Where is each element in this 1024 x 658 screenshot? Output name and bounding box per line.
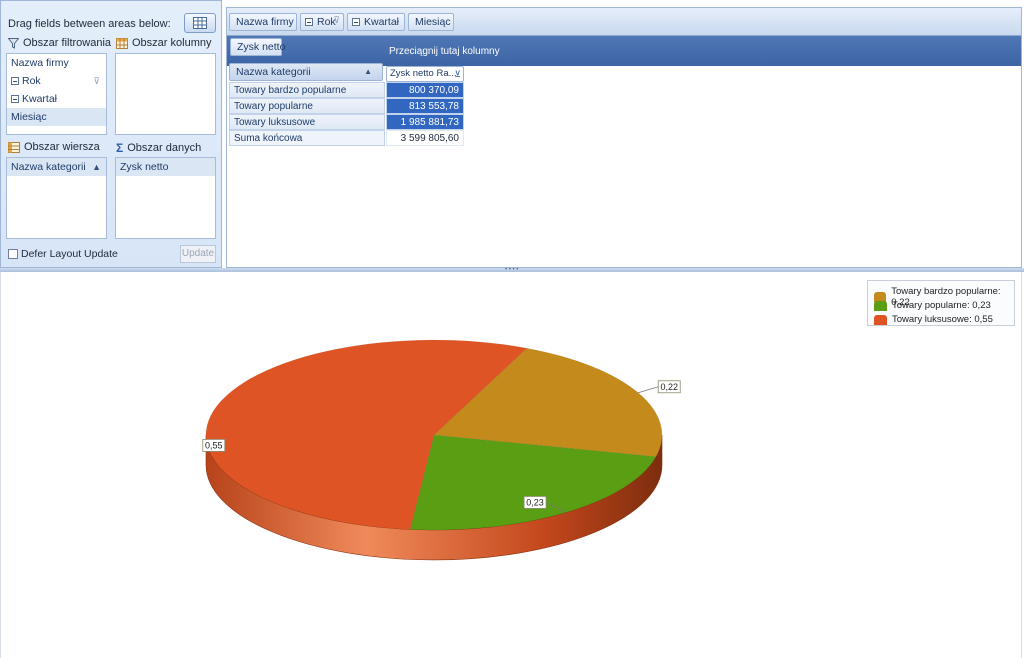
defer-layout-checkbox[interactable]	[8, 249, 18, 259]
legend-label: Towary luksusowe: 0,55	[892, 314, 993, 325]
defer-layout-label: Defer Layout Update	[21, 248, 118, 260]
field-label: Kwartał	[364, 16, 400, 28]
row-field-nazwa-kategorii[interactable]: Nazwa kategorii ▲	[7, 158, 106, 176]
field-list-caption: Drag fields between areas below:	[8, 18, 171, 30]
data-header-band: Zysk netto	[227, 36, 1021, 66]
pivot-grid: Nazwa firmy Rok ⊽ Kwartał Miesiąc Zysk n…	[226, 7, 1022, 268]
collapse-icon[interactable]	[11, 77, 19, 85]
field-label: Miesiąc	[11, 111, 47, 123]
column-area-title: Obszar kolumny	[132, 37, 212, 49]
column-area-box[interactable]	[115, 53, 216, 135]
column-grid-icon	[116, 37, 128, 49]
row-label[interactable]: Towary luksusowe	[229, 114, 385, 130]
sort-ascending-icon[interactable]: ▲	[92, 158, 101, 176]
chart-legend: Towary bardzo popularne: 0,22 Towary pop…	[867, 280, 1015, 326]
row-label[interactable]: Towary bardzo popularne	[229, 82, 385, 98]
filter-field-kwartal[interactable]: Kwartał	[7, 90, 106, 108]
grand-total-label[interactable]: Suma końcowa	[229, 130, 385, 146]
legend-swatch-icon	[874, 300, 887, 311]
filter-header-area: Nazwa firmy Rok ⊽ Kwartał Miesiąc	[227, 8, 1021, 36]
filter-header-nazwa-firmy[interactable]: Nazwa firmy	[229, 13, 297, 31]
column-area-header: Obszar kolumny	[116, 37, 211, 49]
value-column-header[interactable]: Zysk netto Ra... ⊻	[386, 66, 464, 82]
data-header-zysk-netto[interactable]: Zysk netto	[230, 38, 285, 56]
row-area-header: Obszar wiersza	[8, 141, 100, 153]
filter-header-rok[interactable]: Rok ⊽	[300, 13, 344, 31]
filter-funnel-icon	[8, 37, 19, 49]
data-area-header: Σ Obszar danych	[116, 141, 201, 155]
column-drop-hint: Przeciągnij tutaj kolumny	[389, 46, 500, 57]
chart-area: 0,22 0,23 0,55 Towary bardzo popularne: 0,…	[0, 272, 1022, 658]
filter-field-rok[interactable]: Rok ⊽	[7, 72, 106, 90]
field-label: Nazwa firmy	[11, 57, 69, 69]
legend-item: Towary luksusowe: 0,55	[874, 314, 993, 325]
filter-area-box[interactable]: Nazwa firmy Rok ⊽ Kwartał Miesiąc	[6, 53, 107, 135]
filter-field-nazwa-firmy[interactable]: Nazwa firmy	[7, 54, 106, 72]
data-label: 0,22	[660, 382, 678, 392]
filter-applied-icon[interactable]: ⊽	[93, 72, 100, 90]
filter-field-miesiac[interactable]: Miesiąc	[7, 108, 106, 126]
grand-total-value[interactable]: 3 599 805,60	[386, 130, 464, 146]
field-label: Zysk netto	[120, 161, 169, 173]
field-label: Nazwa kategorii	[11, 161, 86, 173]
legend-label: Towary popularne: 0,23	[892, 300, 991, 311]
collapse-icon[interactable]	[352, 18, 360, 26]
field-label: Rok	[22, 75, 41, 87]
filter-area-header: Obszar filtrowania	[8, 37, 111, 49]
value-cell[interactable]: 800 370,09	[386, 82, 464, 98]
data-area-box[interactable]: Zysk netto	[115, 157, 216, 239]
row-area-box[interactable]: Nazwa kategorii ▲	[6, 157, 107, 239]
filter-icon[interactable]: ⊻	[454, 67, 461, 81]
data-label-leader	[638, 386, 659, 394]
layout-options-button[interactable]	[184, 13, 216, 33]
collapse-icon[interactable]	[11, 95, 19, 103]
filter-applied-icon[interactable]: ⊽	[333, 12, 340, 28]
filter-header-kwartal[interactable]: Kwartał	[347, 13, 405, 31]
sort-ascending-icon[interactable]: ▲	[364, 64, 372, 80]
value-header-label: Zysk netto Ra...	[390, 68, 457, 79]
row-header-nazwa-kategorii[interactable]: Nazwa kategorii ▲	[229, 63, 383, 81]
pivot-field-list-panel: Drag fields between areas below: Obszar …	[0, 0, 222, 268]
row-area-title: Obszar wiersza	[24, 141, 100, 153]
data-label: 0,23	[526, 497, 544, 507]
sigma-icon: Σ	[116, 141, 124, 155]
row-label[interactable]: Towary popularne	[229, 98, 385, 114]
pie-chart: 0,22 0,23 0,55	[202, 339, 681, 561]
collapse-icon[interactable]	[305, 18, 313, 26]
field-label: Kwartał	[22, 93, 58, 105]
row-grid-icon	[8, 141, 20, 153]
layout-grid-icon	[193, 17, 207, 29]
value-cell[interactable]: 1 985 881,73	[386, 114, 464, 130]
data-label: 0,55	[205, 440, 223, 450]
legend-swatch-icon	[874, 314, 887, 325]
update-button: Update	[180, 245, 216, 263]
data-area-title: Obszar danych	[127, 142, 202, 154]
data-field-zysk-netto[interactable]: Zysk netto	[116, 158, 215, 176]
legend-item: Towary popularne: 0,23	[874, 300, 991, 311]
filter-header-miesiac[interactable]: Miesiąc	[408, 13, 454, 31]
filter-area-title: Obszar filtrowania	[23, 37, 112, 49]
field-label: Nazwa kategorii	[236, 66, 311, 78]
value-cell[interactable]: 813 553,78	[386, 98, 464, 114]
